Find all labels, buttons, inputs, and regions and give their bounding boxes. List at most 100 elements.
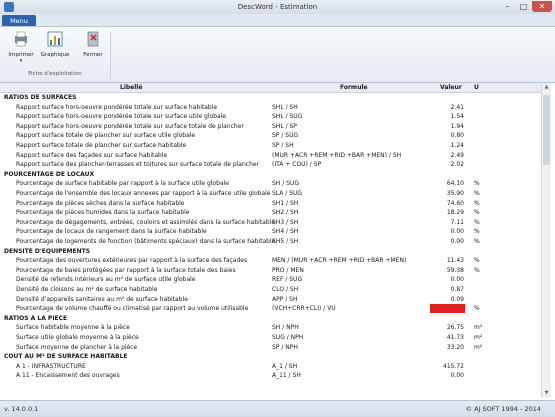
row-label: Surface utile globale moyenne à la pièce [16, 334, 139, 341]
row-label: Rapport surface des façades sur surface … [16, 151, 168, 159]
table-row: Pourcentage de locaux de rangement dans … [0, 227, 540, 236]
row-value: 0.00 [450, 238, 464, 245]
row-value: 0.09 [450, 295, 464, 303]
close-door-icon [87, 31, 99, 47]
ribbon-divider [110, 31, 111, 79]
row-label: Pourcentage de logements de fonction (bâ… [16, 238, 276, 245]
row-label: A 1 - INFRASTRUCTURE [16, 362, 86, 370]
row-value: 2.49 [450, 151, 464, 159]
row-label: Pourcentage de surface habitable par rap… [16, 180, 230, 188]
table-row: Densité d'appareils sanitaires au m² de … [0, 295, 540, 304]
scroll-thumb[interactable] [543, 95, 550, 165]
table-row: Surface moyenne de plancher à la pièce SP… [0, 343, 540, 352]
close-sheet-button-label: Fermer [83, 52, 103, 58]
row-unit: % [474, 238, 480, 245]
row-formula: SH3 / SH [272, 218, 299, 226]
section-title: COUT AU M² DE SURFACE HABITABLE [4, 353, 128, 361]
row-formula: PRO / MEN [272, 266, 304, 274]
row-unit: m² [474, 324, 483, 332]
table-row: Pourcentage de baies protégées par rappo… [0, 266, 540, 275]
row-label: Pourcentage de dégagements, entrées, cou… [16, 218, 276, 226]
section-row: RATIOS A LA PIECE [0, 314, 540, 323]
menu-tab[interactable]: Menu [2, 15, 36, 26]
row-formula: SH4 / SH [272, 228, 299, 236]
row-value: 33.20 [446, 343, 464, 351]
table-row: Rapport surface des plancher-terrasses e… [0, 160, 540, 169]
section-title: RATIOS A LA PIECE [4, 314, 68, 322]
minimize-button[interactable]: – [500, 1, 515, 12]
row-formula: (VCH+CRR+CLI) / VU [272, 305, 336, 313]
row-unit: % [474, 305, 480, 313]
version-label: v. 14.0.0.1 [4, 405, 39, 413]
row-value: 1.54 [450, 113, 464, 121]
maximize-button[interactable]: □ [516, 1, 531, 12]
row-formula: APP / SH [272, 295, 298, 303]
row-value: 26.75 [446, 324, 464, 332]
row-unit: % [474, 218, 480, 226]
row-unit: m² [474, 343, 483, 351]
header-libelle: Libellé [120, 84, 143, 91]
row-value: 18.29 [446, 209, 464, 217]
row-value: 1.24 [450, 142, 464, 149]
row-value: 7.11 [450, 218, 464, 226]
window-title: DescWord - Estimation [237, 3, 318, 11]
vertical-scrollbar[interactable]: ▲ ▼ [541, 83, 551, 398]
row-formula: SH1 / SH [272, 199, 299, 207]
row-formula: A_1 / SH [272, 362, 298, 370]
row-formula: SP / SH [272, 142, 294, 149]
row-formula: REF / SUG [272, 276, 303, 284]
row-unit: % [474, 199, 480, 207]
row-label: Rapport surface totale de plancher sur s… [16, 132, 196, 140]
table-row: A 11 - Encaissement des ouvrages A_11 / S… [0, 371, 540, 380]
row-value: 59.38 [446, 266, 464, 274]
row-formula: (ITA + COU) / SP [272, 161, 322, 169]
row-formula: SHL / SUG [272, 113, 303, 121]
row-formula: SH / NPH [272, 324, 299, 332]
row-unit: % [474, 180, 480, 188]
row-label: Rapport surface des plancher-terrasses e… [16, 161, 260, 169]
table-row: A 1 - INFRASTRUCTURE A_1 / SH 415.72 [0, 362, 540, 371]
row-value: 35.90 [446, 190, 464, 197]
row-label: Pourcentage de baies protégées par rappo… [16, 266, 236, 274]
scroll-up-icon[interactable]: ▲ [542, 83, 551, 92]
highlighted-value-cell [430, 304, 465, 314]
table-row: Rapport surface hors-oeuvre pondérée tot… [0, 122, 540, 131]
row-formula: SHL / SP [272, 122, 297, 130]
row-value: 2.41 [450, 103, 464, 111]
chevron-down-icon: ▾ [19, 58, 23, 64]
table-row: Pourcentage de volume chauffé ou climati… [0, 304, 540, 314]
row-label: Pourcentage de l'ensemble des locaux ann… [16, 190, 271, 197]
row-formula: SH2 / SH [272, 209, 299, 217]
row-label: Densité d'appareils sanitaires au m² de … [16, 295, 188, 303]
header-valeur: Valeur [440, 84, 462, 91]
row-unit: % [474, 228, 480, 236]
row-value: 64.10 [446, 180, 464, 188]
row-value: 0.80 [450, 132, 464, 140]
section-row: DENSITE D'EQUIPEMENTS [0, 247, 540, 256]
row-formula: A_11 / SH [272, 372, 301, 380]
row-unit: % [474, 209, 480, 217]
row-value: 0.00 [450, 372, 464, 380]
title-bar: DescWord - Estimation – □ ✕ [0, 0, 555, 15]
print-button[interactable]: Imprimer ▾ [6, 30, 36, 68]
row-value: 0.87 [450, 286, 464, 293]
row-label: Pourcentage des ouvertures extérieures p… [16, 257, 248, 265]
close-sheet-button[interactable]: Fermer [78, 30, 108, 68]
table-row: Rapport surface totale de plancher sur s… [0, 131, 540, 140]
chart-button[interactable]: Graphique [40, 30, 70, 68]
row-label: Rapport surface hors-oeuvre pondérée tot… [16, 113, 226, 121]
table-row: Densité de refends intérieurs au m² de s… [0, 275, 540, 284]
row-label: Surface habitable moyenne à la pièce [16, 324, 130, 332]
table-row: Rapport surface totale de plancher sur s… [0, 141, 540, 150]
row-value: 0.00 [450, 276, 464, 284]
scroll-down-icon[interactable]: ▼ [542, 389, 551, 398]
row-value: 415.72 [443, 362, 464, 370]
section-row: POURCENTAGE DE LOCAUX [0, 170, 540, 179]
close-button[interactable]: ✕ [532, 1, 552, 12]
table-row: Surface utile globale moyenne à la pièce… [0, 333, 540, 342]
section-row: COUT AU M² DE SURFACE HABITABLE [0, 352, 540, 361]
table-row: Rapport surface des façades sur surface … [0, 151, 540, 160]
chart-icon [47, 31, 63, 47]
copyright-label: © AJ SOFT 1994 - 2014 [465, 405, 541, 413]
row-label: A 11 - Encaissement des ouvrages [16, 372, 120, 380]
